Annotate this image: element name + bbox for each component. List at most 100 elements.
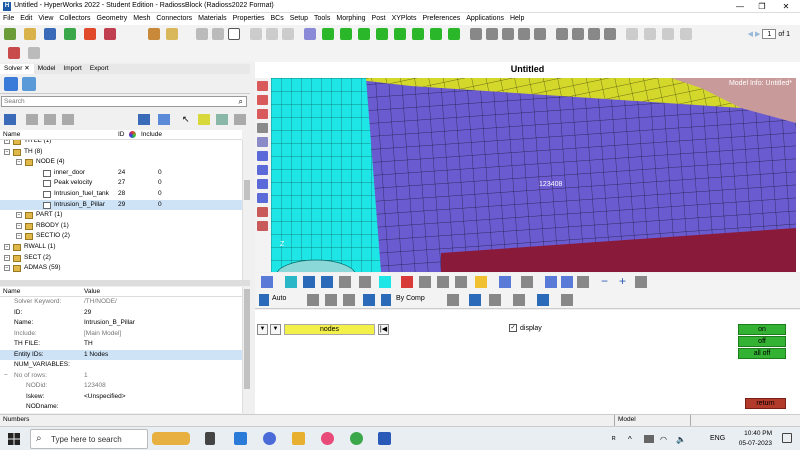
- unmask-icon[interactable]: [437, 276, 449, 288]
- menu-view[interactable]: View: [35, 13, 56, 25]
- tree-row[interactable]: − ADMAS (59): [0, 263, 242, 274]
- minus-icon[interactable]: −: [601, 275, 613, 288]
- dropdown-arrow-1[interactable]: ▼: [257, 324, 268, 335]
- view-top-icon[interactable]: [266, 28, 278, 40]
- vp-abc-icon[interactable]: [257, 207, 268, 217]
- windows-start-icon[interactable]: [8, 433, 20, 445]
- model-canvas[interactable]: Z 123408 Model Info: Untitled*: [271, 78, 796, 272]
- language-indicator[interactable]: ENG: [710, 435, 725, 442]
- cursor-icon[interactable]: ↖: [182, 114, 191, 125]
- tree-row[interactable]: Intrusion_fuel_tank 28 0: [0, 189, 242, 200]
- view-iso-icon[interactable]: [250, 28, 262, 40]
- axis-zx-icon[interactable]: [412, 28, 424, 40]
- property-row[interactable]: Include: [Main Model]: [0, 329, 242, 340]
- menu-materials[interactable]: Materials: [195, 13, 229, 25]
- vp-tool-3-icon[interactable]: [257, 109, 268, 119]
- review-icon[interactable]: [216, 114, 228, 125]
- menu-collectors[interactable]: Collectors: [56, 13, 93, 25]
- property-scrollbar[interactable]: [242, 287, 250, 413]
- save-icon[interactable]: [44, 28, 56, 40]
- tree-scroll-thumb[interactable]: [244, 180, 250, 200]
- menu-connectors[interactable]: Connectors: [153, 13, 195, 25]
- tree-row[interactable]: − RBODY (1): [0, 221, 242, 232]
- plane-icon[interactable]: [513, 294, 525, 306]
- task-view-icon[interactable]: [205, 432, 215, 445]
- view-restore-icon[interactable]: [644, 28, 656, 40]
- expand-toggle-icon[interactable]: −: [4, 148, 10, 155]
- axis-rev-icon[interactable]: [448, 28, 460, 40]
- monitor-icon[interactable]: [561, 294, 573, 306]
- center-icon[interactable]: [572, 28, 584, 40]
- view-front-icon[interactable]: [282, 28, 294, 40]
- prev-page-icon[interactable]: ◀: [748, 31, 753, 38]
- cube-icon[interactable]: [469, 294, 481, 306]
- tree-row[interactable]: − TITLE (1): [0, 140, 242, 147]
- reverse-icon[interactable]: [577, 276, 589, 288]
- user-icon[interactable]: [148, 28, 160, 40]
- box-icon[interactable]: [228, 28, 240, 40]
- next-icon[interactable]: [561, 276, 573, 288]
- open-icon[interactable]: [24, 28, 36, 40]
- shading-2-icon[interactable]: [321, 276, 333, 288]
- vp-tool-7-icon[interactable]: [257, 165, 268, 175]
- menu-tools[interactable]: Tools: [311, 13, 333, 25]
- vp-tool-9-icon[interactable]: [257, 193, 268, 203]
- tree-scrollbar[interactable]: [242, 140, 250, 280]
- tree-row[interactable]: − RWALL (1): [0, 242, 242, 253]
- rotate-icon[interactable]: [534, 28, 546, 40]
- minimize-button[interactable]: —: [730, 0, 750, 13]
- vp-tool-2-icon[interactable]: [257, 95, 268, 105]
- line-icon[interactable]: [489, 294, 501, 306]
- dropdown-arrow-2[interactable]: ▼: [270, 324, 281, 335]
- undo-icon[interactable]: [8, 47, 20, 59]
- star-icon[interactable]: [475, 276, 487, 288]
- layer-icon[interactable]: [537, 294, 549, 306]
- store-icon[interactable]: [234, 432, 247, 445]
- plus-icon[interactable]: +: [619, 275, 631, 288]
- collapse-icon[interactable]: −: [4, 371, 8, 382]
- close-button[interactable]: ✕: [776, 0, 796, 13]
- news-widget-icon[interactable]: [152, 432, 190, 445]
- property-row[interactable]: Name: Intrusion_B_Pillar: [0, 318, 242, 329]
- battery-icon[interactable]: [644, 435, 654, 443]
- pivot-icon[interactable]: [604, 28, 616, 40]
- bycomp-label[interactable]: By Comp: [396, 295, 425, 302]
- clock[interactable]: 10:40 PM 05-07-2023: [739, 429, 772, 449]
- import-icon[interactable]: [64, 28, 76, 40]
- tab-1[interactable]: Model: [34, 64, 60, 74]
- zoom-out-icon[interactable]: [502, 28, 514, 40]
- nodes-selector[interactable]: nodes: [284, 324, 375, 335]
- box-select-icon[interactable]: [285, 276, 297, 288]
- find-icon[interactable]: [455, 276, 467, 288]
- property-row[interactable]: ID: 29: [0, 308, 242, 319]
- menu-bcs[interactable]: BCs: [267, 13, 286, 25]
- tree-row[interactable]: − PART (1): [0, 210, 242, 221]
- axis-y-icon[interactable]: [340, 28, 352, 40]
- highlight-icon[interactable]: [198, 114, 210, 125]
- menu-geometry[interactable]: Geometry: [94, 13, 131, 25]
- vp-abc2-icon[interactable]: [257, 221, 268, 231]
- menu-file[interactable]: File: [0, 13, 17, 25]
- zoom-in-icon[interactable]: [486, 28, 498, 40]
- expand-toggle-icon[interactable]: −: [4, 254, 10, 261]
- grid-icon[interactable]: [499, 276, 511, 288]
- vp-tool-1-icon[interactable]: [257, 81, 268, 91]
- measure-icon[interactable]: [521, 276, 533, 288]
- property-row[interactable]: Iskew: <Unspecified>: [0, 392, 242, 403]
- return-button[interactable]: return: [745, 398, 786, 409]
- on-button[interactable]: on: [738, 324, 786, 335]
- volume-icon[interactable]: 🔈: [676, 435, 686, 444]
- eye-icon[interactable]: [234, 114, 246, 125]
- axis-x-icon[interactable]: [322, 28, 334, 40]
- maximize-button[interactable]: ❐: [752, 0, 772, 13]
- pptx-icon[interactable]: [104, 28, 116, 40]
- wifi-icon[interactable]: ◠: [660, 435, 667, 444]
- axis-xy-icon[interactable]: [376, 28, 388, 40]
- isolate-icon[interactable]: [62, 114, 74, 125]
- undo-view-icon[interactable]: [196, 28, 208, 40]
- view-save-icon[interactable]: [626, 28, 638, 40]
- paint-icon[interactable]: [321, 432, 334, 445]
- auto-label[interactable]: Auto: [272, 295, 286, 302]
- menu-applications[interactable]: Applications: [463, 13, 507, 25]
- redo-view-icon[interactable]: [212, 28, 224, 40]
